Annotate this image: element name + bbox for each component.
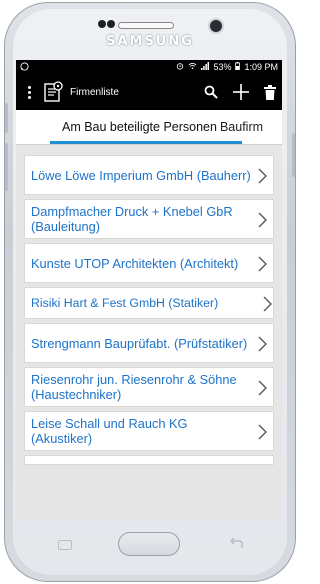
chevron-right-icon	[258, 336, 267, 352]
battery-icon	[235, 62, 241, 72]
chevron-right-icon	[258, 424, 267, 440]
list-item-label: Strengmann Bauprüfabt. (Prüfstatiker)	[31, 335, 248, 351]
search-icon[interactable]	[204, 85, 218, 99]
overflow-menu-icon[interactable]	[22, 85, 36, 99]
list-item-label: Kunste UTOP Architekten (Architekt)	[31, 255, 239, 271]
alarm-icon	[176, 62, 184, 72]
trash-icon[interactable]	[264, 84, 276, 100]
front-camera	[208, 18, 224, 34]
list-item[interactable]: Löwe Löwe Imperium GmbH (Bauherr)	[24, 155, 274, 195]
tab-indicator	[50, 141, 242, 144]
tab-baufirmen[interactable]: Baufirm	[220, 120, 263, 134]
app-title: Firmenliste	[70, 86, 119, 98]
sensor-dot	[98, 20, 106, 28]
chevron-right-icon	[258, 256, 267, 272]
chevron-right-icon	[263, 296, 272, 312]
brand-label: SAMSUNG	[106, 34, 194, 49]
power-button[interactable]	[292, 133, 295, 177]
list-item[interactable]: Risiki Hart & Fest GmbH (Statiker)	[24, 287, 274, 319]
battery-percent: 53%	[213, 62, 232, 72]
plus-icon[interactable]	[232, 83, 250, 101]
chevron-right-icon	[258, 380, 267, 396]
clock: 1:09 PM	[244, 62, 278, 72]
list-item-label: Riesenrohr jun. Riesenrohr & Söhne (Haus…	[31, 372, 237, 402]
company-list: Löwe Löwe Imperium GmbH (Bauherr) Dampfm…	[16, 145, 282, 465]
list-item[interactable]: Dampfmacher Druck + Knebel GbR (Bauleitu…	[24, 199, 274, 239]
back-icon[interactable]	[228, 538, 244, 550]
list-item[interactable]	[24, 455, 274, 465]
recent-apps-button[interactable]	[58, 540, 72, 550]
tab-am-bau-beteiligte-personen[interactable]: Am Bau beteiligte Personen	[62, 120, 217, 134]
list-item-label: Löwe Löwe Imperium GmbH (Bauherr)	[31, 167, 251, 183]
list-item[interactable]: Riesenrohr jun. Riesenrohr & Söhne (Haus…	[24, 367, 274, 407]
list-item-label: Leise Schall und Rauch KG (Akustiker)	[31, 416, 188, 446]
chevron-right-icon	[258, 168, 267, 184]
status-bar: 53% 1:09 PM	[16, 60, 282, 74]
list-item-label: Dampfmacher Druck + Knebel GbR (Bauleitu…	[31, 204, 233, 234]
whatsapp-icon	[20, 61, 29, 73]
earpiece	[118, 22, 174, 29]
screen: 53% 1:09 PM Firmenliste Am Bau beteiligt…	[16, 60, 282, 520]
list-item[interactable]: Kunste UTOP Architekten (Architekt)	[24, 243, 274, 283]
wifi-icon	[188, 62, 197, 72]
chevron-right-icon	[258, 212, 267, 228]
app-bar: Firmenliste	[16, 74, 282, 110]
tab-bar: Am Bau beteiligte Personen Baufirm	[16, 110, 282, 145]
company-list-logo-icon	[44, 81, 63, 102]
list-item-label: Risiki Hart & Fest GmbH (Statiker)	[31, 295, 219, 310]
home-button[interactable]	[118, 532, 180, 556]
list-item[interactable]: Strengmann Bauprüfabt. (Prüfstatiker)	[24, 323, 274, 363]
volume-down-button[interactable]	[5, 143, 8, 191]
sensor-dot	[107, 20, 115, 28]
volume-up-button[interactable]	[5, 103, 8, 133]
list-item[interactable]: Leise Schall und Rauch KG (Akustiker)	[24, 411, 274, 451]
signal-icon	[201, 62, 210, 72]
